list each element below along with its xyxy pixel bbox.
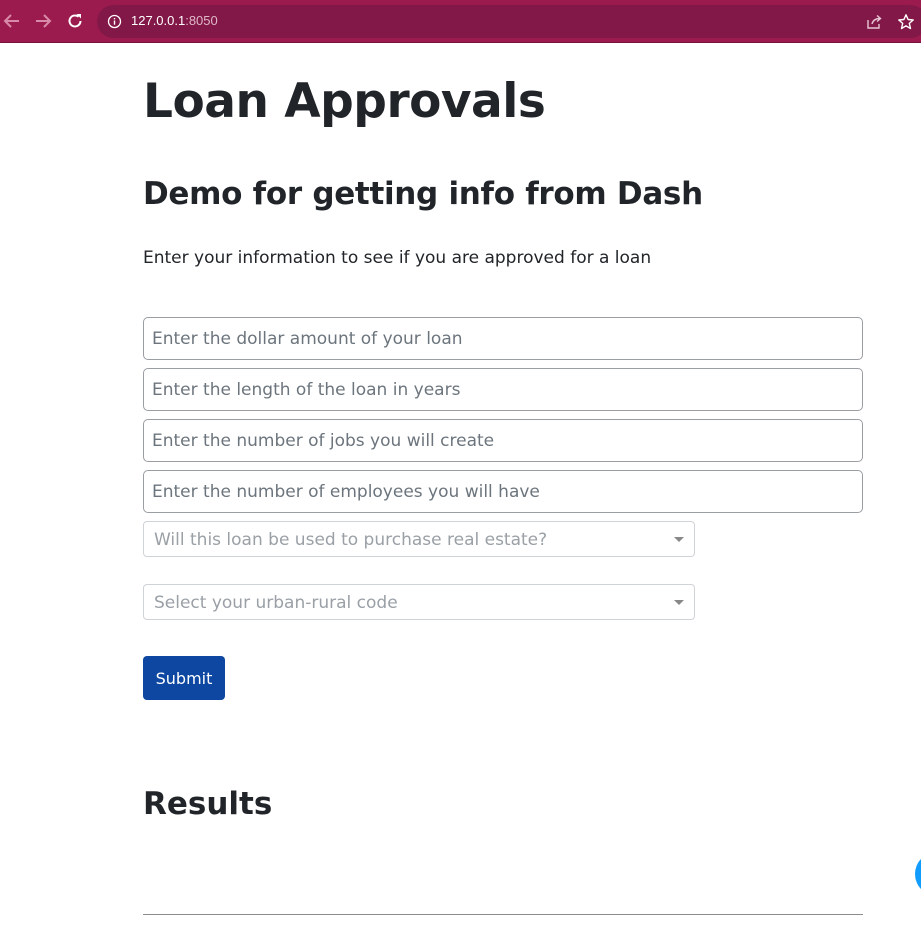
- real-estate-placeholder: Will this loan be used to purchase real …: [154, 530, 548, 550]
- url-host: 127.0.0.1: [131, 13, 186, 28]
- back-button[interactable]: [0, 9, 24, 33]
- page-title: Loan Approvals: [143, 74, 546, 129]
- results-heading: Results: [143, 786, 273, 822]
- url-port: :8050: [185, 13, 218, 28]
- urban-rural-placeholder: Select your urban-rural code: [154, 593, 398, 613]
- intro-text: Enter your information to see if you are…: [143, 248, 652, 268]
- arrow-right-icon: [36, 14, 52, 28]
- chevron-down-icon[interactable]: [674, 600, 684, 605]
- loan-amount-input[interactable]: [143, 317, 863, 360]
- chevron-down-icon[interactable]: [674, 537, 684, 542]
- loan-length-input[interactable]: [143, 368, 863, 411]
- star-icon[interactable]: [897, 13, 915, 31]
- debug-menu-button[interactable]: [915, 852, 921, 896]
- reload-icon: [68, 14, 82, 28]
- divider: [143, 914, 863, 915]
- submit-button[interactable]: Submit: [143, 656, 225, 700]
- info-icon[interactable]: [107, 14, 122, 29]
- address-bar-url: 127.0.0.1:8050: [131, 13, 218, 29]
- real-estate-dropdown[interactable]: Will this loan be used to purchase real …: [143, 521, 695, 557]
- forward-button[interactable]: [31, 9, 55, 33]
- urban-rural-dropdown[interactable]: Select your urban-rural code: [143, 584, 695, 620]
- arrow-left-icon: [3, 14, 19, 28]
- share-icon[interactable]: [865, 13, 883, 31]
- reload-button[interactable]: [63, 9, 87, 33]
- page-subtitle: Demo for getting info from Dash: [143, 176, 703, 212]
- browser-toolbar: 127.0.0.1:8050: [0, 0, 921, 43]
- address-bar[interactable]: 127.0.0.1:8050: [97, 5, 921, 38]
- jobs-created-input[interactable]: [143, 419, 863, 462]
- employees-input[interactable]: [143, 470, 863, 513]
